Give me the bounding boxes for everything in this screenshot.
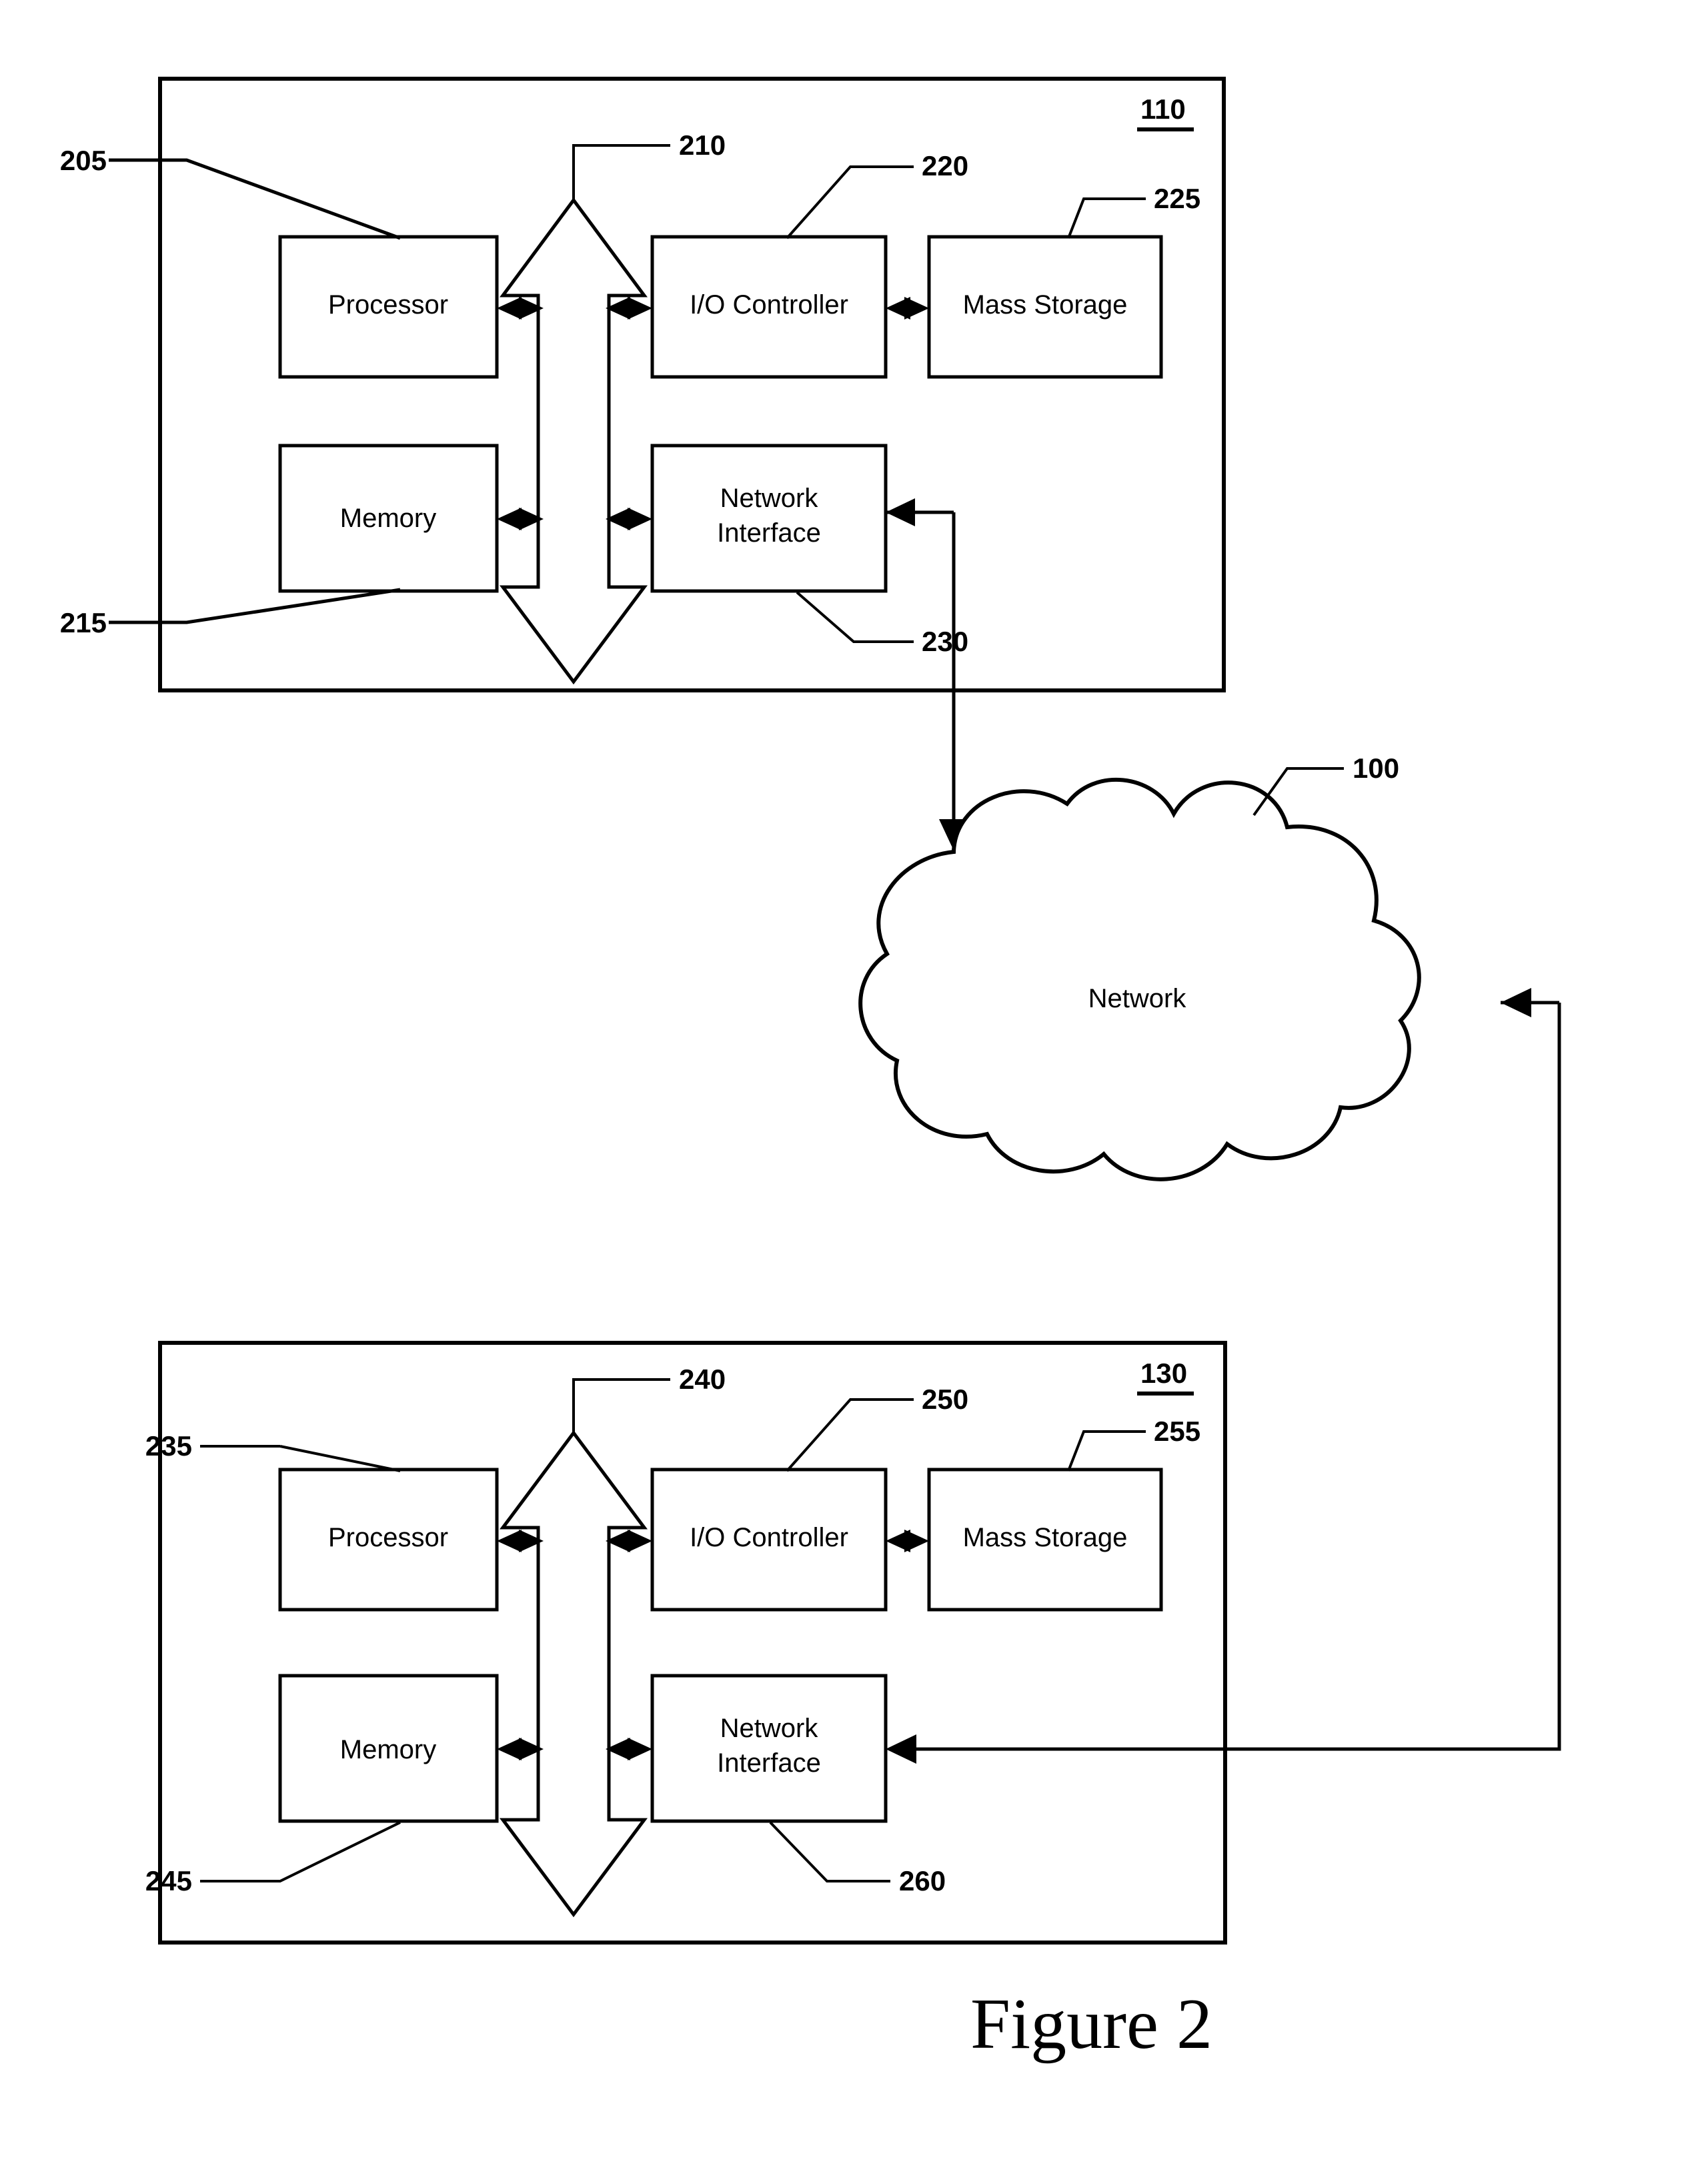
- ref-205-label: 205: [60, 145, 107, 176]
- ref-225-label: 225: [1154, 183, 1200, 214]
- system-bus-arrow: [500, 197, 648, 685]
- bottom-io-storage-connector: [886, 1530, 929, 1552]
- ref-255-label: 255: [1154, 1416, 1200, 1447]
- bottom-system-boundary: [158, 1341, 1227, 1945]
- bottom-processor-label: Processor: [328, 1523, 448, 1552]
- top-network-interface-label-2: Interface: [717, 518, 821, 548]
- ref-215-label: 215: [60, 607, 107, 638]
- ref-260-leader: [769, 1821, 890, 1882]
- network-cloud-shape: [858, 777, 1421, 1181]
- bottom-system-group: 130 240 Processor 235 Memory 245 I/O Con…: [145, 1341, 1227, 1945]
- bottom-system-bus-arrow: [500, 1430, 648, 1918]
- ref-100-label: 100: [1353, 752, 1399, 784]
- top-ni-inbound-arrowhead: [886, 498, 915, 526]
- top-processor-label: Processor: [328, 290, 448, 320]
- network-cloud-group: Network 100: [858, 752, 1421, 1181]
- ref-215-leader: [109, 588, 401, 624]
- ref-250-leader: [786, 1398, 914, 1472]
- ref-230-label: 230: [922, 626, 968, 657]
- ref-260-label: 260: [899, 1865, 946, 1896]
- ref-235-label: 235: [145, 1430, 192, 1462]
- bottom-network-interface-label-1: Network: [720, 1714, 819, 1743]
- top-io-controller-label: I/O Controller: [690, 290, 848, 320]
- top-io-storage-connector: [886, 297, 929, 320]
- bottom-ni-inbound-arrowhead: [886, 1734, 916, 1764]
- top-mass-storage-label: Mass Storage: [963, 290, 1128, 320]
- bottom-io-controller-label: I/O Controller: [690, 1523, 848, 1552]
- ref-245-leader: [200, 1821, 401, 1882]
- top-network-link: [886, 498, 968, 851]
- top-system-group: 110 210 Processor 205 Memory 215 I/O Con…: [60, 77, 1226, 692]
- patent-figure-page: 110 210 Processor 205 Memory 215 I/O Con…: [0, 0, 1684, 2184]
- ref-110-label: 110: [1140, 93, 1186, 125]
- ref-255-leader: [1067, 1430, 1146, 1472]
- ref-240-leader: [572, 1378, 670, 1433]
- ref-240-label: 240: [679, 1363, 726, 1395]
- ref-230-leader: [796, 591, 914, 643]
- bottom-bus-ni-connector: [606, 1738, 652, 1760]
- ref-250-label: 250: [922, 1384, 968, 1415]
- ref-210-leader: [572, 144, 670, 200]
- ref-245-label: 245: [145, 1865, 192, 1896]
- ref-205-leader: [109, 158, 401, 240]
- bottom-bus-io-connector: [606, 1530, 652, 1552]
- ref-220-label: 220: [922, 150, 968, 181]
- top-network-interface-label-1: Network: [720, 484, 819, 513]
- bottom-mass-storage-label: Mass Storage: [963, 1523, 1128, 1552]
- bottom-network-interface-label-2: Interface: [717, 1748, 821, 1778]
- top-memory-label: Memory: [340, 504, 436, 533]
- ref-225-leader: [1067, 197, 1146, 239]
- ref-130-label: 130: [1140, 1357, 1187, 1389]
- ref-210-label: 210: [679, 129, 726, 161]
- figure-caption: Figure 2: [970, 1985, 1212, 2064]
- top-bus-ni-connector: [606, 508, 652, 530]
- network-cloud-label: Network: [1088, 984, 1187, 1013]
- bottom-memory-label: Memory: [340, 1735, 436, 1764]
- top-system-boundary: [158, 77, 1226, 692]
- ref-235-leader-b: [279, 1445, 401, 1472]
- figure-2-diagram: 110 210 Processor 205 Memory 215 I/O Con…: [60, 77, 1561, 2064]
- ref-220-leader: [786, 165, 914, 239]
- top-bus-io-connector: [606, 297, 652, 320]
